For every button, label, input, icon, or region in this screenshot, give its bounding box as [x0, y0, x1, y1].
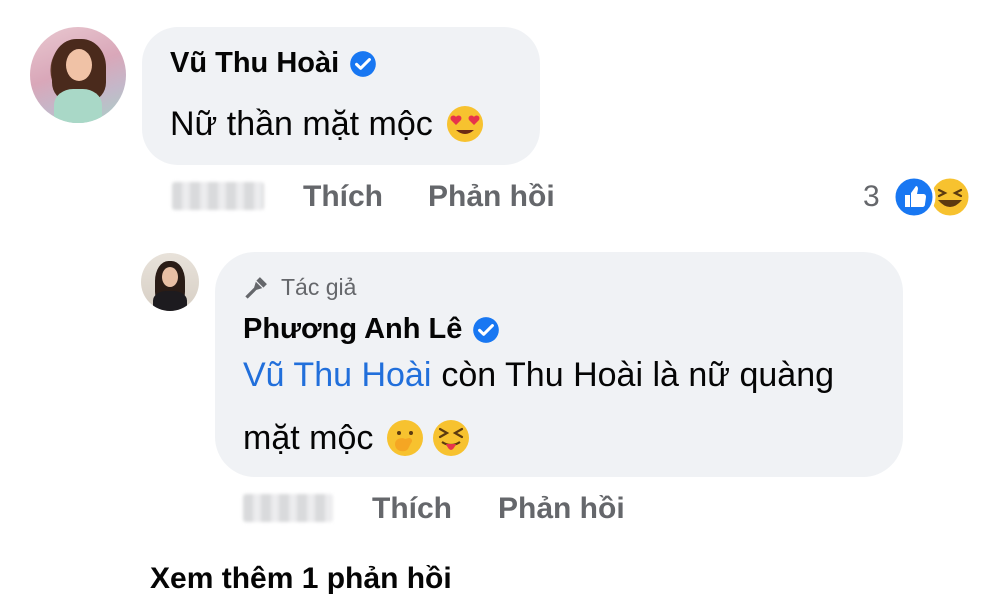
reply-author-avatar[interactable]	[141, 253, 199, 311]
reply-text-line-2: mặt mộc	[243, 418, 471, 458]
reply-like-link[interactable]: Thích	[372, 492, 452, 526]
mention-link[interactable]: Vũ Thu Hoài	[243, 356, 431, 395]
reply-author-name[interactable]: Phương Anh Lê	[243, 313, 462, 346]
comment-author-name[interactable]: Vũ Thu Hoài	[170, 47, 339, 80]
microphone-icon	[245, 277, 267, 299]
reply-text-part-2: mặt mộc	[243, 418, 374, 457]
verified-badge-icon	[350, 50, 377, 77]
verified-badge-icon	[473, 316, 500, 343]
reply-author-row: Phương Anh Lê	[243, 313, 500, 346]
comment-like-link[interactable]: Thích	[303, 180, 383, 214]
comment-author-row: Vũ Thu Hoài	[170, 47, 377, 80]
comment-reply-link[interactable]: Phản hồi	[428, 180, 555, 214]
view-more-replies-link[interactable]: Xem thêm 1 phản hồi	[150, 562, 452, 596]
reaction-count[interactable]: 3	[863, 180, 880, 214]
blurred-timestamp	[172, 182, 264, 210]
haha-reaction-icon	[928, 175, 972, 219]
hand-over-mouth-emoji-icon	[387, 420, 424, 456]
author-badge-label: Tác giả	[281, 273, 357, 300]
reply-text-line-1: Vũ Thu Hoài còn Thu Hoài là nữ quàng	[243, 356, 834, 395]
heart-eyes-emoji-icon	[446, 106, 483, 142]
comment-text-row: Nữ thần mặt mộc	[170, 104, 485, 144]
blurred-timestamp	[243, 494, 333, 522]
like-reaction-icon	[892, 175, 936, 219]
squinting-tongue-emoji-icon	[433, 420, 470, 456]
reply-reply-link[interactable]: Phản hồi	[498, 492, 625, 526]
reply-text-part-1: còn Thu Hoài là nữ quàng	[441, 356, 835, 394]
commenter-avatar[interactable]	[30, 27, 126, 123]
author-badge: Tác giả	[243, 273, 356, 301]
reactions-summary[interactable]	[892, 174, 972, 220]
comment-text: Nữ thần mặt mộc	[170, 104, 433, 143]
